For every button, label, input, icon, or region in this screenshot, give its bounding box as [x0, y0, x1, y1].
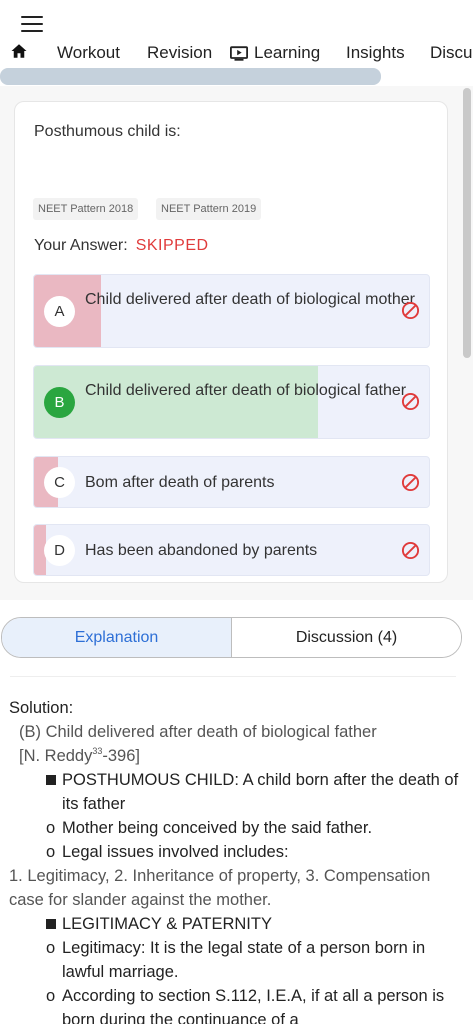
scrollbar[interactable]: [463, 88, 471, 358]
tab-explanation[interactable]: Explanation: [2, 618, 232, 657]
play-screen-icon: [230, 45, 248, 61]
top-bar: Workout Revision Learning Insights Discu: [0, 0, 473, 92]
blocked-icon: [401, 473, 420, 492]
bullet-text: Legal issues involved includes:: [62, 843, 289, 861]
option-b-letter: B: [44, 387, 75, 418]
circle-bullet-icon: o: [46, 939, 56, 957]
ref-prefix: [N. Reddy: [19, 747, 93, 765]
tab-revision[interactable]: Revision: [147, 43, 212, 63]
circle-bullet-icon: o: [46, 843, 56, 861]
option-c-letter: C: [44, 467, 75, 498]
tag-neet-2019: NEET Pattern 2019: [156, 198, 262, 220]
list-item: o According to section S.112, I.E.A, if …: [9, 984, 469, 1024]
circle-bullet-icon: o: [46, 987, 56, 1005]
solution-paragraph: 1. Legitimacy, 2. Inheritance of propert…: [9, 867, 431, 909]
square-bullet-icon: [46, 919, 56, 929]
tab-learning-label: Learning: [254, 43, 321, 62]
tab-workout[interactable]: Workout: [57, 43, 120, 63]
blocked-icon: [401, 541, 420, 560]
explanation-discussion-tabs: Explanation Discussion (4): [1, 617, 462, 658]
option-b-fill: [34, 366, 319, 438]
list-item: o Legal issues involved includes:: [9, 840, 469, 864]
option-d[interactable]: D Has been abandoned by parents: [33, 524, 430, 576]
ref-suffix: -396]: [102, 747, 140, 765]
option-b[interactable]: B Child delivered after death of biologi…: [33, 365, 430, 439]
list-item: LEGITIMACY & PATERNITY: [9, 912, 469, 936]
blocked-icon: [401, 301, 420, 320]
option-d-letter: D: [44, 535, 75, 566]
option-a-letter: A: [44, 296, 75, 327]
option-a-text: Child delivered after death of biologica…: [85, 291, 415, 308]
your-answer-row: Your Answer: SKIPPED: [34, 237, 209, 255]
solution-answer: (B) Child delivered after death of biolo…: [19, 723, 377, 741]
solution-heading: Solution:: [9, 699, 74, 717]
list-item: o Mother being conceived by the said fat…: [9, 816, 469, 840]
option-a[interactable]: A Child delivered after death of biologi…: [33, 274, 430, 348]
ref-superscript: 33: [92, 746, 103, 756]
answer-status: SKIPPED: [135, 237, 209, 254]
option-c-text: Bom after death of parents: [85, 474, 275, 491]
bullet-text: POSTHUMOUS CHILD: A child born after the…: [62, 771, 459, 813]
divider: [10, 676, 456, 677]
nav-scroll-indicator[interactable]: [0, 68, 381, 85]
blocked-icon: [401, 392, 420, 411]
square-bullet-icon: [46, 775, 56, 785]
tab-discussion[interactable]: Discussion (4): [232, 618, 461, 657]
tab-learning[interactable]: Learning: [230, 43, 320, 63]
bullet-text: Mother being conceived by the said fathe…: [62, 819, 373, 837]
option-d-text: Has been abandoned by parents: [85, 542, 318, 559]
question-card: Posthumous child is: NEET Pattern 2018 N…: [14, 101, 448, 583]
your-answer-label: Your Answer:: [34, 237, 128, 254]
list-item: POSTHUMOUS CHILD: A child born after the…: [9, 768, 469, 816]
solution-section: Solution: (B) Child delivered after deat…: [9, 696, 469, 1024]
tab-insights[interactable]: Insights: [346, 43, 405, 63]
home-icon[interactable]: [10, 42, 28, 60]
list-item: o Legitimacy: It is the legal state of a…: [9, 936, 469, 984]
bullet-text: Legitimacy: It is the legal state of a p…: [62, 939, 426, 981]
option-b-text: Child delivered after death of biologica…: [85, 382, 407, 399]
question-text: Posthumous child is:: [34, 123, 181, 140]
circle-bullet-icon: o: [46, 819, 56, 837]
bullet-text: LEGITIMACY & PATERNITY: [62, 915, 272, 933]
tag-neet-2018: NEET Pattern 2018: [33, 198, 139, 220]
option-c[interactable]: C Bom after death of parents: [33, 456, 430, 508]
tab-discussion-partial[interactable]: Discu: [430, 43, 473, 63]
hamburger-menu-icon[interactable]: [21, 16, 43, 32]
bullet-text: According to section S.112, I.E.A, if at…: [62, 987, 445, 1024]
solution-reference: [N. Reddy33-396]: [9, 744, 469, 768]
